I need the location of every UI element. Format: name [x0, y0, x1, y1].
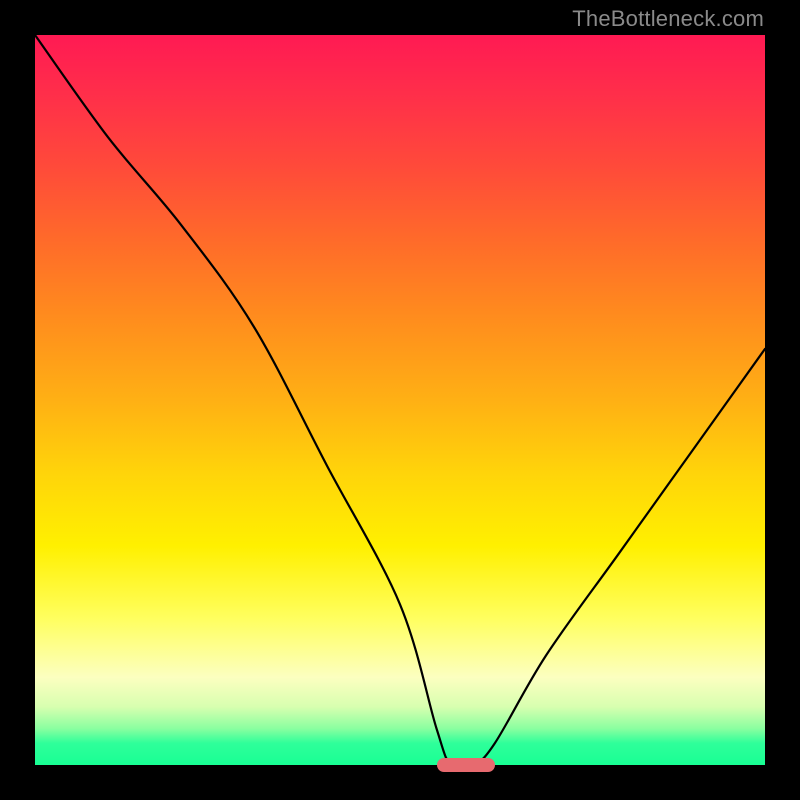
optimal-marker	[437, 758, 495, 772]
bottleneck-curve	[35, 35, 765, 765]
plot-area	[35, 35, 765, 765]
chart-frame: TheBottleneck.com	[0, 0, 800, 800]
watermark-text: TheBottleneck.com	[572, 6, 764, 32]
